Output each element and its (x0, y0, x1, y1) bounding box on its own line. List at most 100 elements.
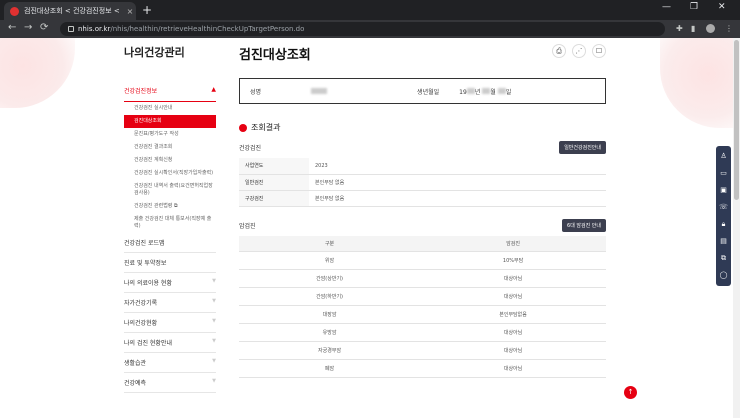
table-row: 대장암 본인부담없음 (239, 305, 606, 324)
chevron-down-icon: ▼ (212, 378, 216, 384)
sidebar-item-label: 나의건강현황 (124, 320, 158, 327)
row-key: 위암 (239, 251, 421, 270)
table-row: 위암 10%부담 (239, 251, 606, 270)
sidebar-subitem[interactable]: 검진대상조회 (124, 115, 216, 128)
bullet-icon (239, 123, 247, 132)
row-value: 대상아님 (420, 341, 606, 360)
chevron-down-icon: ▼ (212, 298, 216, 304)
row-value: 대상아님 (420, 323, 606, 342)
page-title: 검진대상조회 (239, 48, 311, 63)
table-row: 폐암 대상아님 (239, 359, 606, 378)
sidebar-subitem[interactable]: 건강검진 계획신청 (124, 154, 216, 167)
row-value: 2023 (309, 158, 606, 175)
quick-menu-icon[interactable]: 🔒︎ (722, 216, 726, 233)
sidebar-item-label: 건강검진 로드맵 (124, 240, 165, 247)
sidebar-subitem[interactable]: 건강검진 실시확인서(직장가입자출력) (124, 167, 216, 180)
row-value: 본인부담 없음 (309, 190, 606, 207)
close-window-icon[interactable]: ✕ (718, 2, 726, 12)
row-key: 자궁경부암 (239, 341, 421, 360)
table-row: 유방암 대상아님 (239, 323, 606, 342)
row-value: 10%부담 (420, 251, 606, 270)
quick-menu: ♙ ▭ ▣ ☏ 🔒︎ ▤ ⧉ ◯ (716, 146, 731, 286)
user-info-box: 성명 생년월일 19 년 월 일 (239, 78, 606, 104)
general-check-table: 사업연도 2023 일반검진 본인부담 없음 구강검진 본인부담 없음 (239, 158, 606, 207)
chevron-down-icon: ▼ (212, 278, 216, 284)
sidebar-item[interactable]: 자가건강기록 ▼ (124, 293, 216, 313)
row-value: 본인부담 없음 (309, 174, 606, 191)
general-check-guide-button[interactable]: 일반건강검진안내 (559, 141, 606, 154)
chevron-up-icon: ▲ (211, 86, 216, 93)
quick-menu-icon[interactable]: ▭ (720, 165, 727, 182)
scrollbar[interactable] (733, 38, 740, 418)
decoration-left (0, 38, 75, 108)
row-key: 유방암 (239, 323, 421, 342)
address-bar[interactable]: nhis.or.kr/nhis/healthin/retrieveHealthi… (60, 22, 665, 36)
extensions-icon[interactable]: ✚ (676, 24, 683, 33)
minimize-icon[interactable]: — (662, 2, 671, 12)
print-icon[interactable]: ⎙ (552, 44, 566, 58)
sidebar-subitems: 건강검진 실시안내 검진대상조회 문진표/평가도구 작성 건강검진 결과조회 건강검진 … (124, 102, 216, 233)
back-icon[interactable]: ← (8, 22, 16, 33)
sidebar-item[interactable]: 나의건강현황 ▼ (124, 313, 216, 333)
col-header-cancer: 암검진 (420, 235, 606, 252)
sidebar-subitem[interactable]: 문진표/평가도구 작성 (124, 128, 216, 141)
birth-label: 생년월일 (417, 88, 440, 96)
row-value: 대상아님 (420, 269, 606, 288)
menu-icon[interactable]: ⋮ (725, 24, 733, 33)
share-icon[interactable]: ⋰ (572, 44, 586, 58)
main-content: 검진대상조회 ⎙ ⋰ ☐ 성명 생년월일 19 년 월 일 조회결과 건강검진 일… (239, 38, 606, 378)
quick-menu-icon[interactable]: ▤ (720, 233, 727, 250)
row-key: 사업연도 (239, 158, 309, 175)
quick-menu-icon[interactable]: ▣ (720, 182, 727, 199)
col-header-category: 구분 (239, 235, 421, 252)
row-value: 본인부담없음 (420, 305, 606, 324)
quick-menu-icon[interactable]: ⧉ (721, 250, 726, 267)
bookmark-icon[interactable]: ☐ (592, 44, 606, 58)
browser-tabbar: 검진대상조회 < 건강검진정보 < × + — ❐ ✕ (0, 0, 740, 20)
reload-icon[interactable]: ⟳ (40, 22, 48, 33)
cancer-check-label: 암검진 (239, 222, 256, 230)
maximize-icon[interactable]: ❐ (690, 2, 698, 12)
sidebar-subitem[interactable]: 건강검진 관련법령 ⧉ (124, 200, 216, 213)
sidebar-item[interactable]: 진료 및 투약정보 (124, 253, 216, 273)
sidebar-subitem[interactable]: 건강검진 실시안내 (124, 102, 216, 115)
table-row: 자궁경부암 대상아님 (239, 341, 606, 360)
sidebar-item[interactable]: 나의 의료이용 현황 ▼ (124, 273, 216, 293)
sidebar-subitem[interactable]: 제출 건강검진 대체 통보서(직장예 출력) (124, 213, 216, 233)
table-row: 간암(상반기) 대상아님 (239, 269, 606, 288)
row-key: 구강검진 (239, 190, 309, 207)
sidebar-section-health-check[interactable]: 건강검진정보 ▲ (124, 80, 216, 102)
row-key: 일반검진 (239, 174, 309, 191)
forward-icon[interactable]: → (24, 22, 32, 33)
sidebar-item-label: 나의 의료이용 현황 (124, 280, 172, 287)
table-row: 일반검진 본인부담 없음 (239, 174, 606, 191)
scroll-top-button[interactable]: ↑ (624, 386, 637, 399)
scrollbar-thumb[interactable] (734, 40, 739, 200)
cancer-check-guide-button[interactable]: 6대 암검진 안내 (562, 218, 606, 232)
row-key: 폐암 (239, 359, 421, 378)
sidebar-item-label: 생활습관 (124, 360, 147, 367)
new-tab-button[interactable]: + (142, 3, 152, 17)
birth-value: 19 년 월 일 (459, 87, 512, 96)
quick-menu-icon[interactable]: ☏ (719, 199, 728, 216)
profile-avatar[interactable] (706, 24, 715, 33)
quick-menu-icon[interactable]: ♙ (720, 148, 726, 165)
web-page: 나의건강관리 건강검진정보 ▲ 건강검진 실시안내 검진대상조회 문진표/평가도구 작… (0, 38, 740, 418)
sidebar-subitem[interactable]: 건강검진 결과조회 (124, 141, 216, 154)
sidebar-subitem[interactable]: 건강검진 내역서 출력(요건면허직업장 검사용) (124, 180, 216, 200)
tab-title: 검진대상조회 < 건강검진정보 < (24, 7, 120, 15)
sidepanel-icon[interactable]: ▮ (691, 24, 695, 33)
sidebar-item[interactable]: 건강예측 ▼ (124, 373, 216, 393)
sidebar-item[interactable]: 생활습관 ▼ (124, 353, 216, 373)
table-row: 간암(하반기) 대상아님 (239, 287, 606, 306)
quick-menu-icon[interactable]: ◯ (720, 267, 728, 284)
sidebar-item[interactable]: 건강검진 로드맵 (124, 233, 216, 253)
sidebar-item-label: 나의 검진 현황안내 (124, 340, 172, 347)
sidebar-item-label: 진료 및 투약정보 (124, 260, 167, 267)
name-value-blurred (311, 88, 328, 94)
tab-close-icon[interactable]: × (124, 7, 136, 16)
browser-tab[interactable]: 검진대상조회 < 건강검진정보 < × (4, 2, 136, 20)
sidebar-item[interactable]: 나의 검진 현황안내 ▼ (124, 333, 216, 353)
cancer-check-table: 구분 암검진 위암 10%부담 간암(상반기) 대상아님 간암(하반기) 대상아님 대장암 본인… (239, 235, 606, 378)
general-check-label: 건강검진 (239, 145, 262, 152)
